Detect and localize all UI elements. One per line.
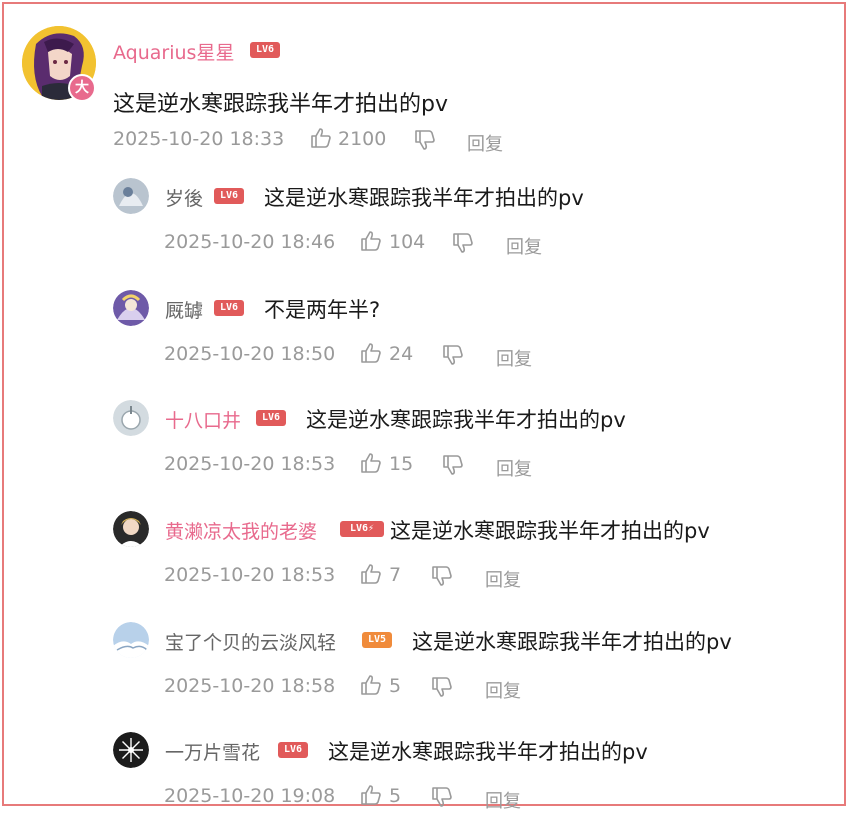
username[interactable]: 一万片雪花 (165, 738, 260, 765)
comment-text: 这是逆水寒跟踪我半年才拍出的pv (412, 630, 732, 654)
username[interactable]: 十八口井 (165, 406, 241, 433)
thumbs-up-icon[interactable] (360, 342, 382, 364)
reply-button[interactable]: 回复 (485, 677, 521, 703)
reply-item: 宝了个贝的云淡风轻 LV5 这是逆水寒跟踪我半年才拍出的pv 2025-10-2… (0, 614, 852, 714)
reply-button[interactable]: 回复 (485, 787, 521, 813)
reply-item: 岁後 LV6 这是逆水寒跟踪我半年才拍出的pv 2025-10-20 18:46… (0, 170, 852, 270)
like-count: 15 (389, 453, 414, 475)
level-badge: LV5 (362, 632, 392, 648)
main-comment: 大 Aquarius星星 LV6 这是逆水寒跟踪我半年才拍出的pv 2025-1… (0, 0, 852, 160)
timestamp: 2025-10-20 18:46 (164, 231, 336, 253)
avatar[interactable] (113, 732, 149, 768)
reply-button[interactable]: 回复 (485, 566, 521, 592)
like-count: 5 (389, 785, 402, 807)
avatar[interactable] (113, 622, 149, 658)
thumbs-up-icon[interactable] (360, 563, 382, 585)
reply-button[interactable]: 回复 (496, 455, 532, 481)
username[interactable]: Aquarius星星 (113, 38, 234, 65)
timestamp: 2025-10-20 18:53 (164, 453, 336, 475)
like-count: 5 (389, 675, 402, 697)
level-badge: LV6 (256, 410, 286, 426)
thumbs-down-icon[interactable] (442, 454, 464, 476)
like-count: 7 (389, 564, 402, 586)
reply-button[interactable]: 回复 (467, 130, 503, 156)
thumbs-up-icon[interactable] (360, 674, 382, 696)
level-badge: LV6 (214, 188, 244, 204)
level-badge: LV6 (278, 742, 308, 758)
reply-item: 黄濑凉太我的老婆 LV6⚡ 这是逆水寒跟踪我半年才拍出的pv 2025-10-2… (0, 503, 852, 603)
level-badge: LV6⚡ (340, 521, 384, 537)
reply-button[interactable]: 回复 (506, 233, 542, 259)
like-count: 2100 (338, 128, 387, 150)
thumbs-down-icon[interactable] (431, 676, 453, 698)
timestamp: 2025-10-20 18:58 (164, 675, 336, 697)
username[interactable]: 岁後 (165, 184, 203, 211)
level-badge: LV6 (214, 300, 244, 316)
avatar-badge: 大 (68, 74, 96, 102)
avatar[interactable] (113, 511, 149, 547)
reply-item: 十八口井 LV6 这是逆水寒跟踪我半年才拍出的pv 2025-10-20 18:… (0, 392, 852, 492)
thumbs-down-icon[interactable] (431, 565, 453, 587)
like-count: 104 (389, 231, 426, 253)
like-count: 24 (389, 343, 414, 365)
thumbs-up-icon[interactable] (310, 127, 332, 149)
comment-text: 这是逆水寒跟踪我半年才拍出的pv (264, 186, 584, 210)
avatar[interactable] (113, 178, 149, 214)
timestamp: 2025-10-20 18:50 (164, 343, 336, 365)
comment-text: 这是逆水寒跟踪我半年才拍出的pv (328, 740, 648, 764)
thumbs-down-icon[interactable] (431, 786, 453, 808)
thumbs-up-icon[interactable] (360, 230, 382, 252)
comment-text: 这是逆水寒跟踪我半年才拍出的pv (390, 519, 710, 543)
timestamp: 2025-10-20 18:53 (164, 564, 336, 586)
thumbs-down-icon[interactable] (452, 232, 474, 254)
thumbs-up-icon[interactable] (360, 452, 382, 474)
username[interactable]: 宝了个贝的云淡风轻 (165, 628, 336, 655)
reply-item: 厩罅 LV6 不是两年半? 2025-10-20 18:50 24 回复 (0, 282, 852, 382)
avatar[interactable] (113, 400, 149, 436)
level-badge: LV6 (250, 42, 280, 58)
reply-item: 一万片雪花 LV6 这是逆水寒跟踪我半年才拍出的pv 2025-10-20 19… (0, 724, 852, 813)
avatar[interactable] (113, 290, 149, 326)
timestamp: 2025-10-20 18:33 (113, 128, 285, 150)
timestamp: 2025-10-20 19:08 (164, 785, 336, 807)
reply-button[interactable]: 回复 (496, 345, 532, 371)
comment-text: 这是逆水寒跟踪我半年才拍出的pv (306, 408, 626, 432)
thumbs-down-icon[interactable] (414, 129, 436, 151)
comment-text: 这是逆水寒跟踪我半年才拍出的pv (113, 92, 448, 117)
thumbs-down-icon[interactable] (442, 344, 464, 366)
comment-text: 不是两年半? (264, 298, 381, 322)
username[interactable]: 黄濑凉太我的老婆 (165, 517, 317, 544)
username[interactable]: 厩罅 (165, 296, 203, 323)
thumbs-up-icon[interactable] (360, 784, 382, 806)
